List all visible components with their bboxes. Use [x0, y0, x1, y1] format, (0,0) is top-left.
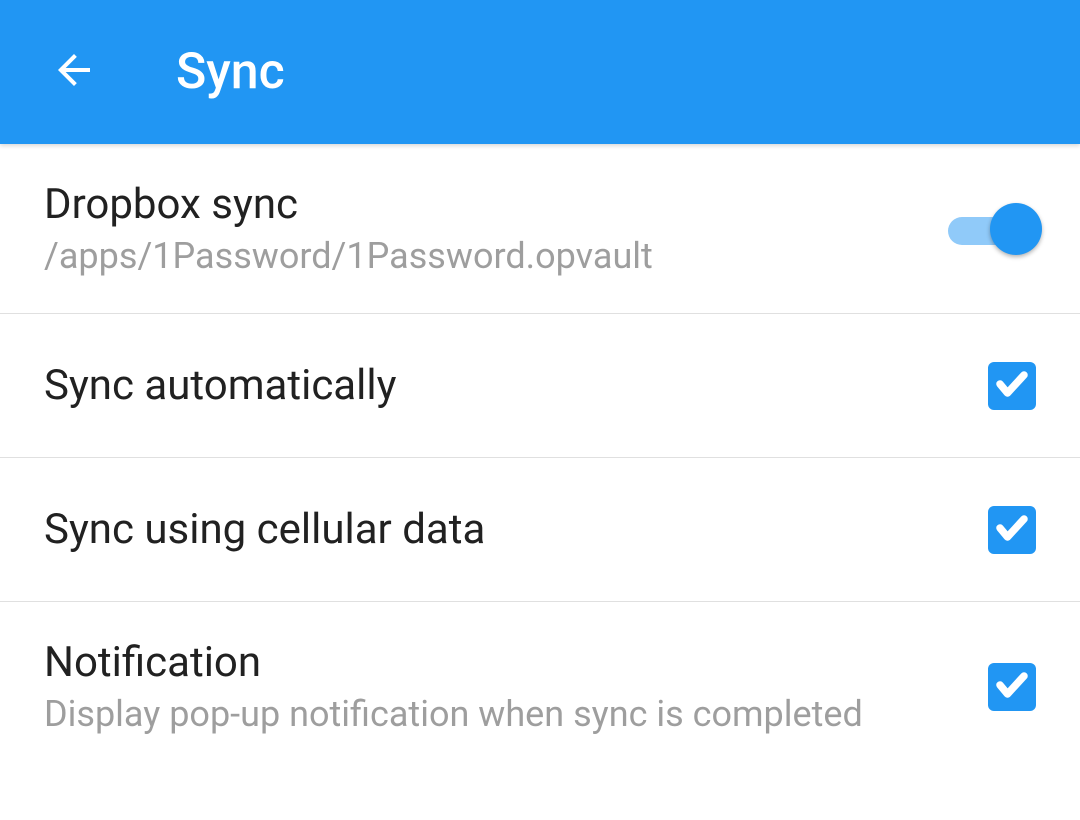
sync-auto-checkbox[interactable] — [988, 362, 1036, 410]
back-button[interactable] — [42, 40, 106, 104]
notification-checkbox[interactable] — [988, 663, 1036, 711]
setting-item-notification[interactable]: Notification Display pop-up notification… — [0, 602, 1080, 771]
settings-list: Dropbox sync /apps/1Password/1Password.o… — [0, 144, 1080, 771]
setting-item-dropbox-sync[interactable]: Dropbox sync /apps/1Password/1Password.o… — [0, 144, 1080, 314]
setting-texts: Dropbox sync /apps/1Password/1Password.o… — [44, 180, 948, 277]
check-icon — [994, 366, 1030, 406]
app-header: Sync — [0, 0, 1080, 144]
arrow-left-icon — [50, 46, 98, 98]
setting-subtitle: /apps/1Password/1Password.opvault — [44, 235, 916, 277]
check-icon — [994, 510, 1030, 550]
check-icon — [994, 667, 1030, 707]
sync-cellular-checkbox[interactable] — [988, 506, 1036, 554]
setting-texts: Sync using cellular data — [44, 505, 988, 554]
setting-title: Sync automatically — [44, 361, 956, 410]
dropbox-sync-switch[interactable] — [948, 203, 1036, 255]
setting-title: Sync using cellular data — [44, 505, 956, 554]
page-title: Sync — [176, 43, 285, 101]
setting-item-sync-auto[interactable]: Sync automatically — [0, 314, 1080, 458]
setting-item-sync-cellular[interactable]: Sync using cellular data — [0, 458, 1080, 602]
setting-title: Dropbox sync — [44, 180, 916, 229]
setting-texts: Sync automatically — [44, 361, 988, 410]
setting-subtitle: Display pop-up notification when sync is… — [44, 693, 956, 735]
switch-thumb — [990, 203, 1042, 255]
setting-title: Notification — [44, 638, 956, 687]
setting-texts: Notification Display pop-up notification… — [44, 638, 988, 735]
